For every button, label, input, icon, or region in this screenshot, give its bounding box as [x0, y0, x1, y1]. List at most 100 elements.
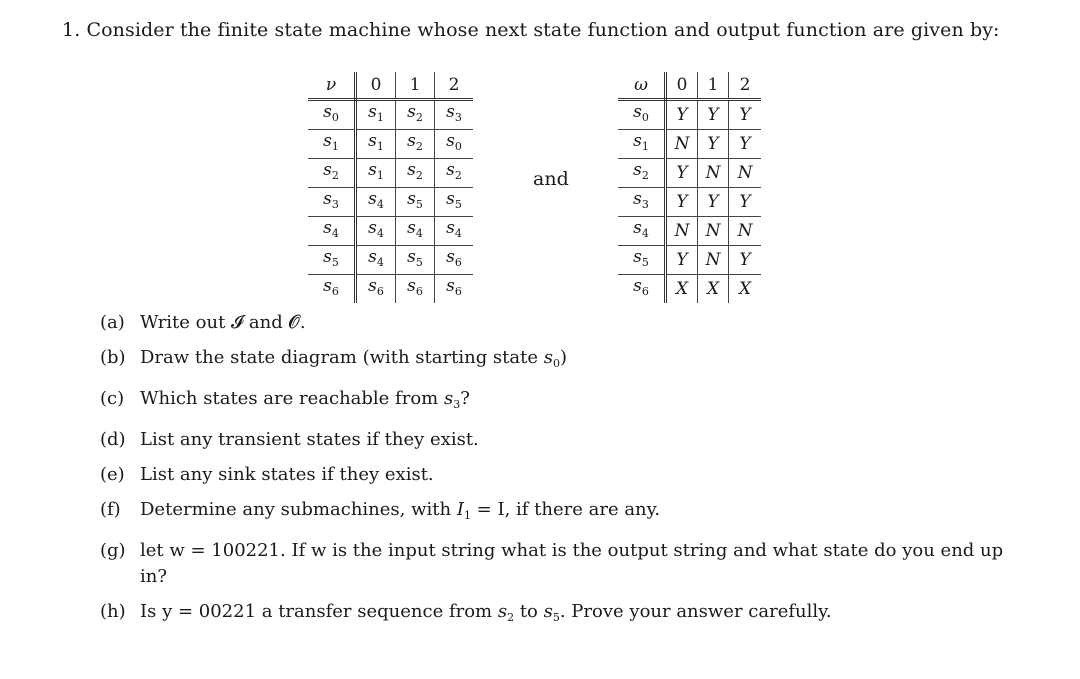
next-state-cell: s6 — [355, 274, 396, 303]
next-state-table: ν 0 1 2 s0 s1 s2 s3 s1 s1 s2 s0 s2 s1 s2 s2 s3 s4 s5 s5… — [308, 72, 473, 303]
table-row: s0 Y Y Y — [618, 99, 761, 130]
output-cell: Y — [665, 187, 698, 217]
subscript: 2 — [507, 611, 515, 624]
table-header-row: ν 0 1 2 — [308, 72, 473, 101]
row-state-label: s4 — [308, 216, 357, 246]
state-variable: s3 — [446, 102, 462, 124]
output-cell: Y — [697, 129, 729, 159]
table-header-row: ω 0 1 2 — [618, 72, 761, 101]
state-variable: s6 — [368, 276, 384, 298]
table-row: s0 s1 s2 s3 — [308, 99, 473, 130]
part-text: List any sink states if they exist. — [140, 464, 434, 485]
part-text: List any transient states if they exist. — [140, 429, 479, 450]
output-cell: Y — [728, 187, 761, 217]
next-state-cell: s0 — [434, 129, 473, 159]
subscript: 0 — [641, 111, 649, 124]
state-variable: s2 — [407, 131, 423, 153]
row-state-label: s3 — [618, 187, 667, 217]
part-label: (b) — [100, 347, 126, 368]
table-row: s4 s4 s4 s4 — [308, 216, 473, 246]
question-part: (c) Which states are reachable from s3? — [100, 386, 1030, 418]
question-part: (b) Draw the state diagram (with starting… — [100, 345, 1030, 377]
column-header: 2 — [434, 72, 473, 101]
state-variable: s3 — [443, 388, 461, 411]
part-text: let w = 100221. If w is the input string… — [140, 540, 1004, 587]
subscript: 3 — [453, 398, 461, 411]
question-parts-list: (a) Write out 𝓘 and 𝓞. (b) Draw the state d… — [100, 310, 1030, 640]
table-row: s4 N N N — [618, 216, 761, 246]
state-variable: s0 — [446, 131, 462, 153]
subscript: 0 — [331, 111, 339, 124]
subscript: 5 — [641, 256, 649, 269]
state-variable: s4 — [407, 218, 423, 240]
state-variable: s2 — [633, 160, 649, 182]
connector-text: and — [533, 168, 569, 190]
subscript: 5 — [415, 256, 423, 269]
output-cell: Y — [665, 99, 698, 130]
question-part: (f) Determine any submachines, with I1 = … — [100, 497, 1030, 529]
output-cell: Y — [697, 187, 729, 217]
output-cell: N — [665, 129, 698, 159]
next-state-cell: s2 — [395, 158, 435, 188]
subscript: 5 — [454, 198, 462, 211]
subscript: 3 — [331, 198, 339, 211]
row-state-label: s6 — [618, 274, 667, 303]
row-state-label: s5 — [618, 245, 667, 275]
next-state-cell: s6 — [395, 274, 435, 303]
subscript: 3 — [641, 198, 649, 211]
subscript: 6 — [454, 285, 462, 298]
state-variable: s4 — [323, 218, 339, 240]
subscript: 2 — [415, 111, 423, 124]
subscript: 2 — [331, 169, 339, 182]
table-row: s1 N Y Y — [618, 129, 761, 159]
state-variable: s4 — [446, 218, 462, 240]
state-variable: s1 — [368, 160, 384, 182]
part-text: Determine any submachines, with I1 = I, … — [140, 499, 661, 522]
subscript: 6 — [641, 285, 649, 298]
table-row: s1 s1 s2 s0 — [308, 129, 473, 159]
subscript: 5 — [331, 256, 339, 269]
next-state-cell: s4 — [434, 216, 473, 246]
state-variable: s6 — [323, 276, 339, 298]
state-variable: s6 — [446, 276, 462, 298]
subscript: 4 — [331, 227, 339, 240]
state-variable: s0 — [543, 347, 560, 370]
subscript: 0 — [454, 140, 462, 153]
next-state-cell: s2 — [395, 129, 435, 159]
part-text: Draw the state diagram (with starting st… — [140, 347, 568, 370]
part-text: Is y = 00221 a transfer sequence from s2… — [140, 601, 832, 624]
column-header: 1 — [697, 72, 729, 101]
subscript: 1 — [376, 140, 384, 153]
problem-heading: 1. Consider the finite state machine who… — [62, 19, 1000, 41]
table-row: s2 Y N N — [618, 158, 761, 188]
output-cell: N — [728, 158, 761, 188]
next-state-cell: s3 — [434, 99, 473, 130]
question-part: (a) Write out 𝓘 and 𝓞. — [100, 310, 1030, 336]
subscript: 1 — [376, 169, 384, 182]
row-state-label: s5 — [308, 245, 357, 275]
state-variable: s2 — [407, 160, 423, 182]
question-part: (d) List any transient states if they exi… — [100, 427, 1030, 453]
subscript: 6 — [454, 256, 462, 269]
next-state-cell: s2 — [434, 158, 473, 188]
state-variable: s4 — [633, 218, 649, 240]
subscript: 1 — [331, 140, 339, 153]
subscript: 4 — [641, 227, 649, 240]
state-variable: s2 — [323, 160, 339, 182]
state-variable: s6 — [633, 276, 649, 298]
state-variable: s2 — [497, 601, 515, 624]
next-state-cell: s4 — [355, 187, 396, 217]
problem-number: 1. — [62, 19, 81, 41]
next-state-cell: s1 — [355, 129, 396, 159]
part-label: (f) — [100, 499, 121, 520]
table-row: s2 s1 s2 s2 — [308, 158, 473, 188]
part-text: Which states are reachable from s3? — [140, 388, 470, 411]
state-variable: s6 — [407, 276, 423, 298]
output-cell: Y — [665, 158, 698, 188]
next-state-cell: s4 — [395, 216, 435, 246]
part-label: (c) — [100, 388, 125, 409]
subscript: 4 — [376, 227, 384, 240]
output-cell: N — [697, 216, 729, 246]
row-state-label: s1 — [308, 129, 357, 159]
next-state-cell: s6 — [434, 245, 473, 275]
